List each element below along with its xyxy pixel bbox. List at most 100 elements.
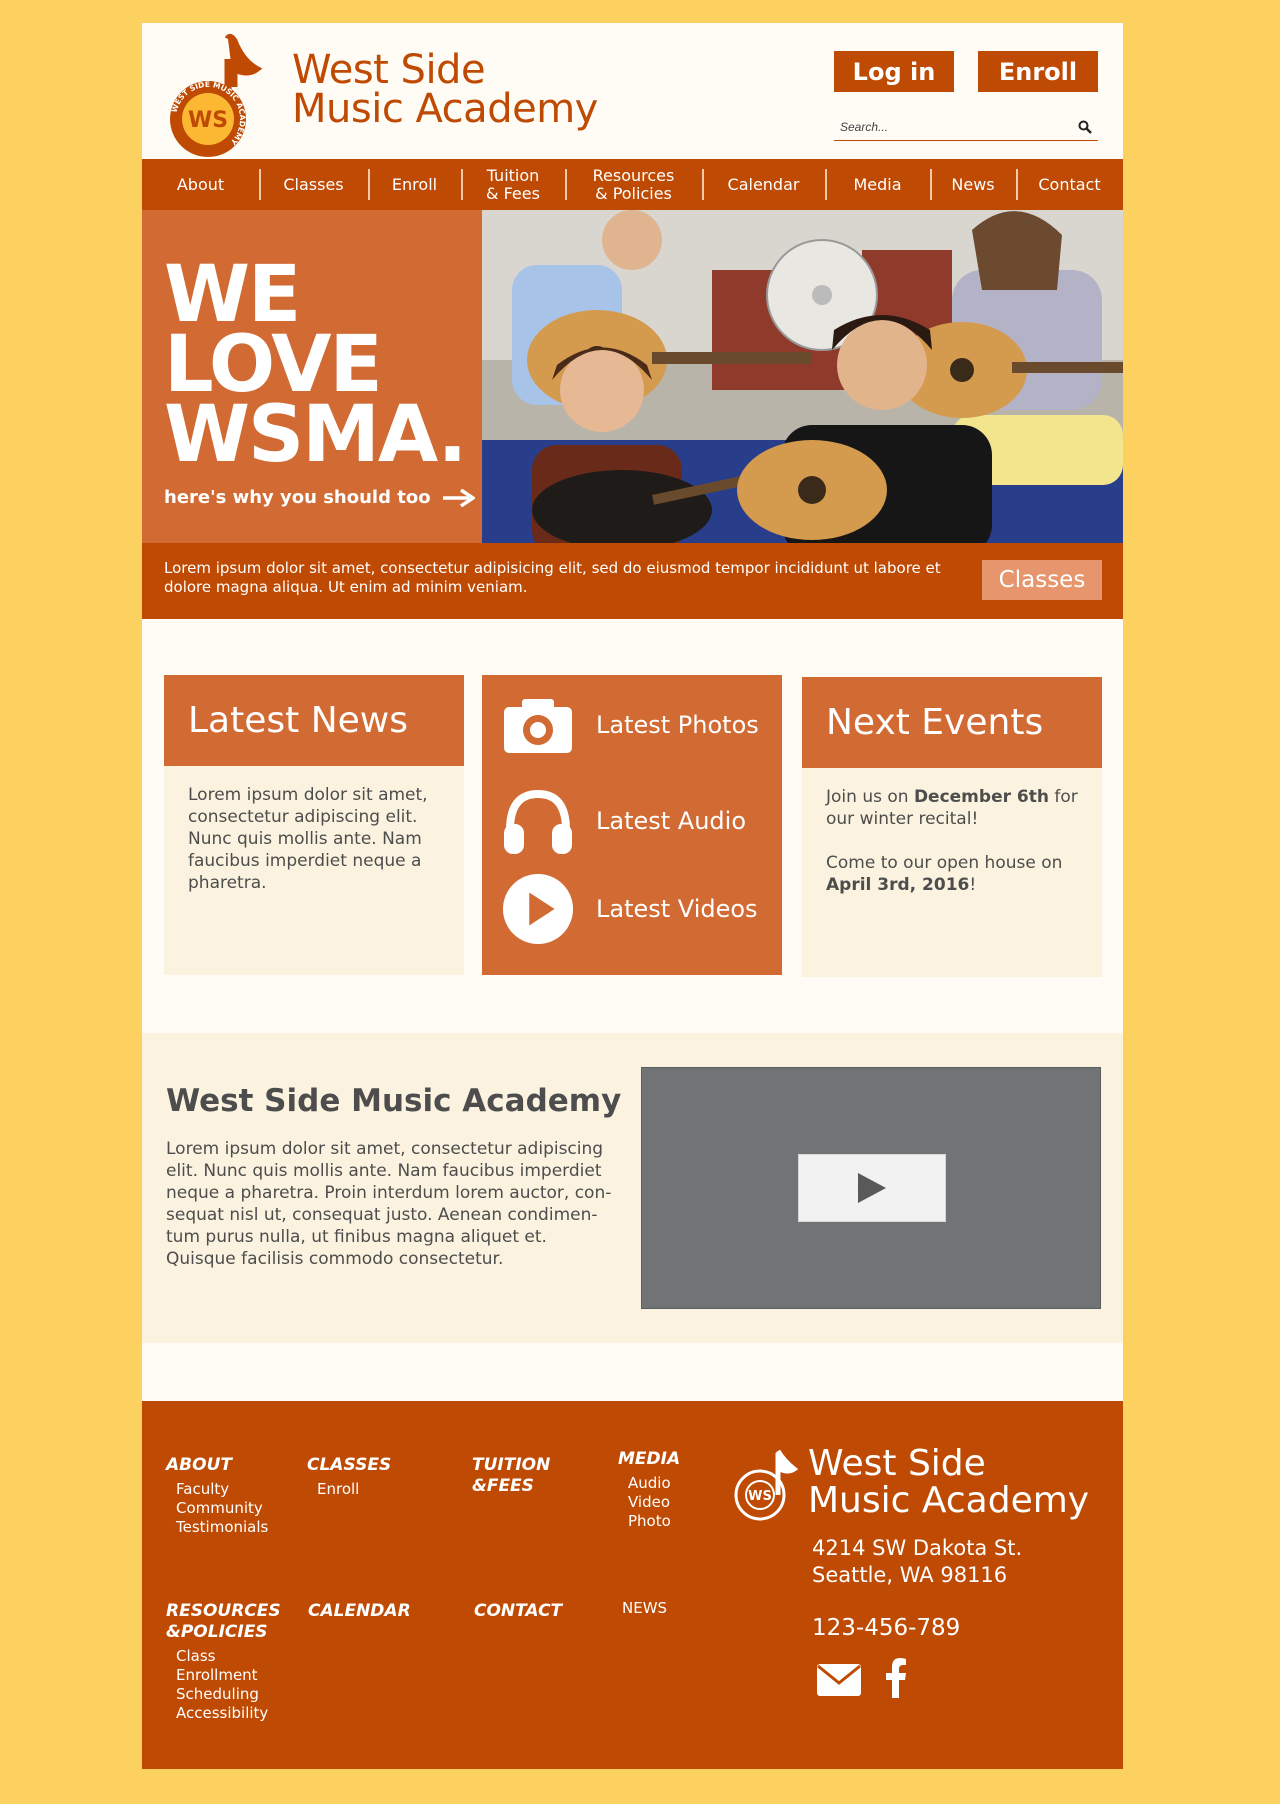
- footer-news: NEWS: [622, 1599, 667, 1617]
- nav-label: & Fees: [486, 183, 540, 203]
- nav-label: Media: [853, 174, 902, 194]
- nav-label: Tuition: [486, 165, 540, 185]
- nav-item-classes[interactable]: Classes: [259, 159, 368, 210]
- academy-logo[interactable]: WS WEST SIDE MUSIC ACADEMY: [164, 31, 264, 159]
- footer-head-line: &POLICIES: [166, 1622, 268, 1642]
- search-icon[interactable]: [1078, 120, 1092, 134]
- latest-news-title[interactable]: Latest News: [164, 675, 464, 766]
- footer-link-community[interactable]: Community: [176, 1499, 268, 1518]
- brand-name-line2: Music Academy: [292, 86, 598, 132]
- footer-resources-head[interactable]: RESOURCES &POLICIES: [166, 1601, 281, 1643]
- footer-link-scheduling[interactable]: Scheduling: [176, 1685, 281, 1704]
- about-section: West Side Music Academy Lorem ipsum dolo…: [142, 1033, 1123, 1343]
- footer-address: 4214 SW Dakota St. Seattle, WA 98116: [812, 1535, 1022, 1589]
- footer-contact-head[interactable]: CONTACT: [474, 1601, 562, 1622]
- nav-label: Contact: [1038, 174, 1101, 194]
- search-input[interactable]: [834, 115, 1064, 139]
- arrow-right-icon: [442, 488, 475, 507]
- footer: ABOUT Faculty Community Testimonials CLA…: [142, 1401, 1123, 1769]
- latest-audio-link[interactable]: Latest Audio: [502, 785, 746, 857]
- latest-photos-label: Latest Photos: [596, 711, 759, 739]
- nav-item-tuition[interactable]: Tuition & Fees: [461, 159, 565, 210]
- footer-link-class[interactable]: Class: [176, 1647, 281, 1666]
- footer-resources-links: Class Enrollment Scheduling Accessibilit…: [176, 1647, 281, 1723]
- camera-icon: [504, 699, 572, 753]
- footer-link-audio[interactable]: Audio: [628, 1474, 680, 1493]
- footer-link-accessibility[interactable]: Accessibility: [176, 1704, 281, 1723]
- footer-about-head[interactable]: ABOUT: [166, 1455, 268, 1476]
- hero-link-label: here's why you should too: [164, 487, 431, 508]
- nav-item-news[interactable]: News: [930, 159, 1016, 210]
- logo-initials: WS: [188, 108, 228, 133]
- footer-link-video[interactable]: Video: [628, 1493, 680, 1512]
- hero-title-line: WSMA.: [164, 390, 467, 480]
- footer-calendar-head[interactable]: CALENDAR: [308, 1601, 411, 1622]
- footer-link-enroll[interactable]: Enroll: [317, 1480, 391, 1499]
- about-title: West Side Music Academy: [166, 1083, 622, 1119]
- nav-item-calendar[interactable]: Calendar: [702, 159, 825, 210]
- search-box: [834, 115, 1098, 141]
- footer-classes: CLASSES Enroll: [307, 1455, 391, 1499]
- footer-link-enrollment[interactable]: Enrollment: [176, 1666, 281, 1685]
- footer-logo[interactable]: WS: [734, 1447, 798, 1521]
- footer-brand-line: Music Academy: [808, 1480, 1090, 1521]
- brand-name-line1: West Side: [292, 47, 486, 93]
- footer-link-testimonials[interactable]: Testimonials: [176, 1518, 268, 1537]
- footer-classes-head[interactable]: CLASSES: [307, 1455, 391, 1476]
- footer-head-line: RESOURCES: [166, 1601, 281, 1621]
- classes-button[interactable]: Classes: [982, 560, 1102, 600]
- footer-news-head[interactable]: NEWS: [622, 1599, 667, 1617]
- nav-label: Resources: [592, 165, 675, 185]
- nav-item-enroll[interactable]: Enroll: [368, 159, 461, 210]
- hero-link[interactable]: here's why you should too: [164, 487, 475, 508]
- nav-label: News: [951, 174, 995, 194]
- latest-photos-link[interactable]: Latest Photos: [502, 689, 759, 761]
- footer-brand-line: West Side: [808, 1443, 986, 1484]
- footer-phone[interactable]: 123-456-789: [812, 1615, 960, 1641]
- footer-address-line: Seattle, WA 98116: [812, 1563, 1008, 1587]
- latest-audio-label: Latest Audio: [596, 807, 747, 835]
- next-events-card: Next Events Join us on December 6th for …: [802, 677, 1102, 977]
- footer-link-faculty[interactable]: Faculty: [176, 1480, 268, 1499]
- nav-item-media[interactable]: Media: [825, 159, 930, 210]
- nav-item-resources[interactable]: Resources & Policies: [565, 159, 702, 210]
- footer-about: ABOUT Faculty Community Testimonials: [166, 1455, 268, 1537]
- footer-tuition: TUITION &FEES: [472, 1455, 550, 1497]
- video-player[interactable]: [641, 1067, 1101, 1309]
- footer-link-photo[interactable]: Photo: [628, 1512, 680, 1531]
- facebook-icon[interactable]: [884, 1658, 908, 1698]
- event-date: April 3rd, 2016: [826, 875, 970, 895]
- nav-item-about[interactable]: About: [142, 159, 259, 210]
- footer-logo-initials: WS: [748, 1489, 772, 1504]
- footer-head-line: &FEES: [472, 1476, 534, 1496]
- nav-item-contact[interactable]: Contact: [1016, 159, 1123, 210]
- nav-label: Classes: [283, 174, 344, 194]
- event-date: December 6th: [913, 787, 1049, 807]
- footer-media: MEDIA Audio Video Photo: [618, 1449, 680, 1531]
- nav-label: About: [176, 174, 225, 194]
- next-events-title[interactable]: Next Events: [802, 677, 1102, 768]
- login-button[interactable]: Log in: [834, 51, 954, 92]
- event-item: Join us on December 6th for our winter r…: [826, 786, 1078, 830]
- latest-videos-link[interactable]: Latest Videos: [502, 873, 758, 945]
- email-icon[interactable]: [816, 1663, 862, 1697]
- brand-name[interactable]: West Side Music Academy: [292, 47, 598, 132]
- media-card: Latest Photos Latest Audio Latest Videos: [482, 675, 782, 975]
- footer-media-head[interactable]: MEDIA: [618, 1449, 680, 1470]
- video-play-button[interactable]: [798, 1154, 946, 1222]
- about-text: Lorem ipsum dolor sit amet, consectetur …: [166, 1139, 612, 1269]
- event-text: Join us on: [826, 787, 914, 807]
- footer-head-line: TUITION: [472, 1455, 551, 1475]
- hero-panel: WE LOVE WSMA. here's why you should too: [142, 210, 482, 543]
- main-nav: About Classes Enroll Tuition & Fees Resou…: [142, 159, 1123, 210]
- latest-videos-label: Latest Videos: [596, 895, 758, 923]
- footer-classes-links: Enroll: [317, 1480, 391, 1499]
- footer-about-links: Faculty Community Testimonials: [176, 1480, 268, 1537]
- enroll-button[interactable]: Enroll: [978, 51, 1098, 92]
- event-item: Come to our open house on April 3rd, 201…: [826, 852, 1078, 896]
- hero-bar-text: Lorem ipsum dolor sit amet, consectetur …: [164, 559, 941, 596]
- footer-calendar: CALENDAR: [308, 1601, 411, 1622]
- footer-contact: CONTACT: [474, 1601, 562, 1622]
- footer-tuition-head[interactable]: TUITION &FEES: [472, 1455, 550, 1497]
- event-text: Come to our open house on: [826, 853, 1063, 873]
